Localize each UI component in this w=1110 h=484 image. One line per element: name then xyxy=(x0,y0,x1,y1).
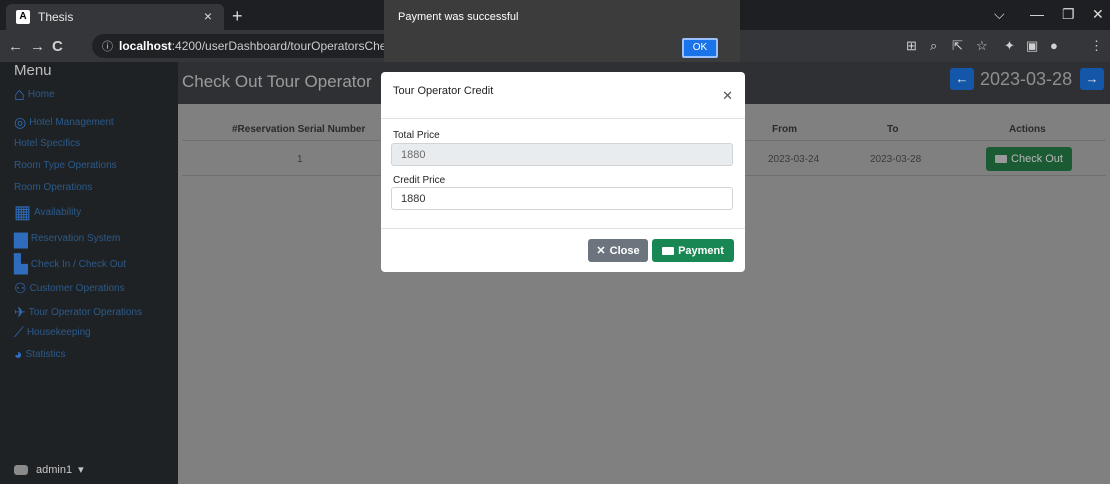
dashboard-icon: ◎ xyxy=(14,114,27,130)
previous-date-button[interactable]: ← xyxy=(950,68,974,90)
chart-pie-icon: ◕ xyxy=(14,346,23,362)
sidebar-item-home[interactable]: ⌂ Home xyxy=(14,84,55,105)
reload-icon[interactable]: C xyxy=(52,38,63,55)
url-path: :4200/userDashboard/tourOperatorsCheckOu xyxy=(171,39,415,53)
sidebar-title: Menu xyxy=(14,62,52,79)
sidebar-item-availability[interactable]: ▦ Availability xyxy=(14,202,81,223)
site-info-icon[interactable]: ⓘ xyxy=(102,38,113,54)
modal-footer-divider xyxy=(381,228,745,229)
credit-price-label: Credit Price xyxy=(393,175,446,186)
side-panel-icon[interactable]: ▣ xyxy=(1026,38,1038,54)
extensions-icon[interactable]: ✦ xyxy=(1004,38,1015,54)
browser-menu-icon[interactable]: ⋮ xyxy=(1090,38,1103,54)
sidebar-item-tour-operator-operations[interactable]: ✈ Tour Operator Operations xyxy=(14,304,142,321)
sidebar-item-label: Tour Operator Operations xyxy=(28,307,143,318)
user-menu[interactable]: admin1 ▾ xyxy=(14,463,84,476)
bookmark-star-icon[interactable]: ☆ xyxy=(976,38,988,54)
sidebar-item-label: Room Operations xyxy=(14,182,93,193)
plane-icon: ✈ xyxy=(14,304,26,320)
arrow-left-icon: ← xyxy=(955,71,969,86)
hotel-icon: ▙ xyxy=(14,254,28,274)
sidebar-item-hotel-specifics[interactable]: Hotel Specifics xyxy=(14,138,80,149)
modal-close-icon[interactable]: ✕ xyxy=(722,88,733,104)
tab-title: Thesis xyxy=(38,10,74,24)
credit-price-field[interactable]: 1880 xyxy=(391,187,733,210)
tour-operator-credit-modal: Tour Operator Credit ✕ Total Price 1880 … xyxy=(381,72,745,272)
username: admin1 xyxy=(36,463,73,476)
close-button-label: Close xyxy=(609,244,640,257)
money-bill-icon xyxy=(662,246,675,255)
alert-ok-button[interactable]: OK xyxy=(682,38,718,58)
broom-icon: ⟋ xyxy=(14,324,24,340)
alert-message: Payment was successful xyxy=(398,11,519,23)
minimize-icon[interactable]: — xyxy=(1030,6,1044,22)
tab-favicon: A xyxy=(16,10,30,24)
check-out-button[interactable]: Check Out xyxy=(986,147,1072,171)
sidebar-item-label: Hotel Specifics xyxy=(14,138,81,149)
current-date: 2023-03-28 xyxy=(980,69,1073,89)
tab-search-chevron-icon[interactable]: ⌵ xyxy=(994,6,1005,23)
sidebar-item-label: Check In / Check Out xyxy=(30,259,126,270)
profile-icon[interactable]: ● xyxy=(1050,38,1058,53)
sidebar-item-statistics[interactable]: ◕ Statistics xyxy=(14,346,65,362)
total-price-field: 1880 xyxy=(391,143,733,166)
sidebar-item-hotel-management[interactable]: ◎ Hotel Management xyxy=(14,114,114,131)
sidebar-item-housekeeping[interactable]: ⟋ Housekeeping xyxy=(14,324,91,341)
share-icon[interactable]: ⇱ xyxy=(952,38,963,54)
column-header-to: To xyxy=(887,124,899,135)
tab-close-icon[interactable]: × xyxy=(204,8,212,24)
sidebar: Menu ⌂ Home ◎ Hotel Management Hotel Spe… xyxy=(0,62,178,484)
new-tab-icon[interactable]: + xyxy=(232,6,243,27)
column-header-from: From xyxy=(772,124,797,135)
modal-header-divider xyxy=(381,118,745,119)
sidebar-item-label: Room Type Operations xyxy=(14,160,117,171)
close-button[interactable]: ✕ Close xyxy=(588,239,648,262)
modal-title: Tour Operator Credit xyxy=(393,85,494,97)
sidebar-item-label: Reservation System xyxy=(30,233,121,244)
cell-from: 2023-03-24 xyxy=(768,154,820,165)
page-title: Check Out Tour Operator xyxy=(182,72,372,91)
user-icon xyxy=(14,464,28,475)
money-bill-icon xyxy=(995,155,1008,163)
column-header-actions: Actions xyxy=(1009,124,1046,135)
sidebar-item-check-in-check-out[interactable]: ▙ Check In / Check Out xyxy=(14,254,126,275)
sidebar-item-reservation-system[interactable]: ▆ Reservation System xyxy=(14,228,120,249)
sidebar-item-label: Statistics xyxy=(25,348,66,360)
home-icon: ⌂ xyxy=(14,84,25,104)
sidebar-item-room-operations[interactable]: Room Operations xyxy=(14,182,92,193)
cell-to: 2023-03-28 xyxy=(870,154,922,165)
cell-serial: 1 xyxy=(297,154,303,165)
arrow-right-icon: → xyxy=(1085,71,1099,86)
calendar-icon: ▆ xyxy=(14,228,28,248)
total-price-label: Total Price xyxy=(393,130,440,141)
next-date-button[interactable]: → xyxy=(1080,68,1104,90)
check-out-label: Check Out xyxy=(1011,153,1063,165)
sidebar-item-room-type-operations[interactable]: Room Type Operations xyxy=(14,160,117,171)
alert-dialog: Payment was successful OK xyxy=(384,0,740,62)
forward-icon[interactable]: → xyxy=(30,38,45,55)
caret-down-icon: ▾ xyxy=(78,464,84,476)
times-icon: ✕ xyxy=(596,245,606,257)
window-close-icon[interactable]: ✕ xyxy=(1092,6,1104,23)
sidebar-item-label: Availability xyxy=(34,207,82,218)
users-icon: ⚇ xyxy=(14,280,27,296)
sidebar-item-label: Hotel Management xyxy=(29,117,114,128)
back-icon[interactable]: ← xyxy=(8,38,23,55)
restore-icon[interactable]: ❐ xyxy=(1062,6,1075,23)
payment-button-label: Payment xyxy=(678,244,724,257)
url-host: localhost xyxy=(119,39,172,53)
browser-tab[interactable]: A Thesis × xyxy=(6,4,224,30)
column-header-serial: #Reservation Serial Number xyxy=(232,124,366,135)
sidebar-item-label: Customer Operations xyxy=(29,283,125,294)
zoom-icon[interactable]: ⌕ xyxy=(930,38,937,54)
sidebar-item-label: Home xyxy=(27,89,55,100)
translate-icon[interactable]: ⊞ xyxy=(906,38,917,54)
sidebar-item-customer-operations[interactable]: ⚇ Customer Operations xyxy=(14,280,125,297)
payment-button[interactable]: Payment xyxy=(652,239,734,262)
sidebar-item-label: Housekeeping xyxy=(26,327,91,338)
table-icon: ▦ xyxy=(14,202,32,222)
